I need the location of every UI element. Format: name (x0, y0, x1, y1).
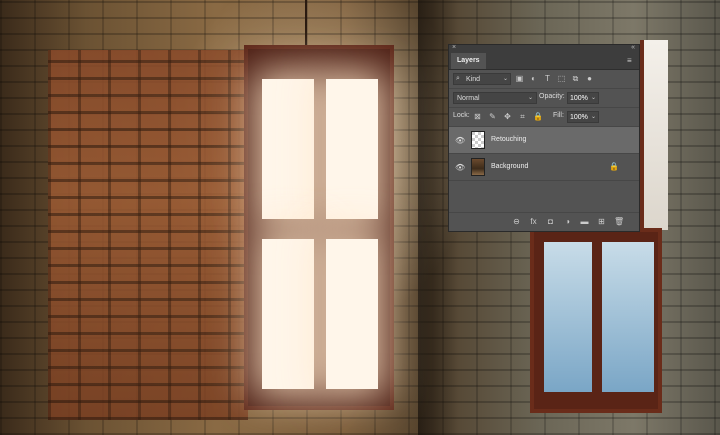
layer-row-background[interactable]: 👁 Background 🔒 (449, 154, 639, 181)
image-filter-icon[interactable]: ▣ (515, 74, 524, 83)
lock-image-pixels-icon[interactable]: ✎ (488, 112, 497, 121)
panel-title-bar: × « (449, 44, 639, 53)
panel-menu-icon[interactable]: ≡ (627, 57, 634, 65)
blend-mode-dropdown[interactable]: Normal ⌄ (453, 92, 537, 104)
window-pane (544, 242, 592, 392)
filter-row: ⌕ Kind ⌄ ▣ ◐ T ⬚ ⧉ ● (449, 70, 639, 89)
type-filter-icon[interactable]: T (543, 74, 552, 83)
visibility-eye-icon[interactable]: 👁 (455, 136, 465, 145)
chevron-down-icon: ⌄ (527, 95, 533, 101)
window-pane (602, 242, 654, 392)
smart-object-filter-icon[interactable]: ⧉ (571, 74, 580, 83)
chevron-down-icon: ⌄ (502, 76, 508, 82)
collapse-panel-icon[interactable]: « (631, 44, 635, 51)
fill-label: Fill: (553, 112, 564, 119)
opacity-value: 100% (570, 95, 588, 102)
layer-lock-icon: 🔒 (609, 162, 619, 171)
panel-footer: ⊖ fx ◘ ◑ ▬ ⊞ 🗑 (449, 212, 639, 231)
lower-right-window (530, 228, 662, 413)
delete-layer-icon[interactable]: 🗑 (614, 217, 624, 226)
lock-position-icon[interactable]: ✥ (503, 112, 512, 121)
visibility-eye-icon[interactable]: 👁 (455, 163, 465, 172)
layer-thumbnail (471, 131, 485, 149)
opacity-field[interactable]: 100% ⌄ (567, 92, 599, 104)
filter-kind-dropdown[interactable]: ⌕ Kind ⌄ (453, 73, 511, 85)
layer-thumbnail (471, 158, 485, 176)
search-icon: ⌕ (456, 75, 460, 82)
layer-name: Retouching (491, 136, 527, 143)
filter-kind-label: Kind (466, 76, 481, 83)
layer-row-retouching[interactable]: 👁 Retouching (449, 127, 639, 154)
tab-layers[interactable]: Layers (451, 53, 486, 69)
shape-filter-icon[interactable]: ⬚ (557, 74, 566, 83)
prevent-auto-nesting-icon[interactable]: ⌗ (518, 112, 527, 121)
lock-row: Lock: ⊠ ✎ ✥ ⌗ 🔒 Fill: 100% ⌄ (449, 108, 639, 127)
chevron-down-icon[interactable]: ⌄ (591, 113, 596, 120)
layer-name: Background (491, 163, 529, 170)
opacity-label: Opacity: (539, 93, 565, 100)
fill-value: 100% (570, 114, 588, 121)
new-group-icon[interactable]: ▬ (580, 217, 589, 226)
new-layer-icon[interactable]: ⊞ (597, 217, 606, 226)
window-pane (326, 239, 378, 389)
lock-all-icon[interactable]: 🔒 (533, 112, 543, 121)
close-panel-icon[interactable]: × (452, 44, 456, 51)
blend-row: Normal ⌄ Opacity: 100% ⌄ (449, 89, 639, 108)
bright-window (244, 45, 394, 410)
blend-mode-value: Normal (457, 95, 480, 102)
window-pane (326, 79, 378, 219)
layers-panel: × « Layers ≡ ⌕ Kind ⌄ ▣ ◐ T ⬚ ⧉ ● Normal… (448, 44, 640, 232)
adjustment-layer-icon[interactable]: ◑ (563, 217, 572, 226)
panel-tab-row: Layers ≡ (449, 53, 639, 70)
lock-label: Lock: (453, 112, 470, 119)
window-pane (262, 79, 314, 219)
filter-toggle-icon[interactable]: ● (585, 74, 594, 83)
adjustment-filter-icon[interactable]: ◐ (529, 74, 538, 83)
upper-right-window (640, 40, 668, 230)
photo-canvas: × « Layers ≡ ⌕ Kind ⌄ ▣ ◐ T ⬚ ⧉ ● Normal… (0, 0, 720, 435)
exposed-red-brick-area (48, 50, 248, 420)
fill-field[interactable]: 100% ⌄ (567, 111, 599, 123)
lock-transparent-pixels-icon[interactable]: ⊠ (473, 112, 482, 121)
window-pane (262, 239, 314, 389)
chevron-down-icon[interactable]: ⌄ (591, 94, 596, 101)
add-mask-icon[interactable]: ◘ (546, 217, 555, 226)
fx-icon[interactable]: fx (529, 217, 538, 226)
link-layers-icon[interactable]: ⊖ (512, 217, 521, 226)
